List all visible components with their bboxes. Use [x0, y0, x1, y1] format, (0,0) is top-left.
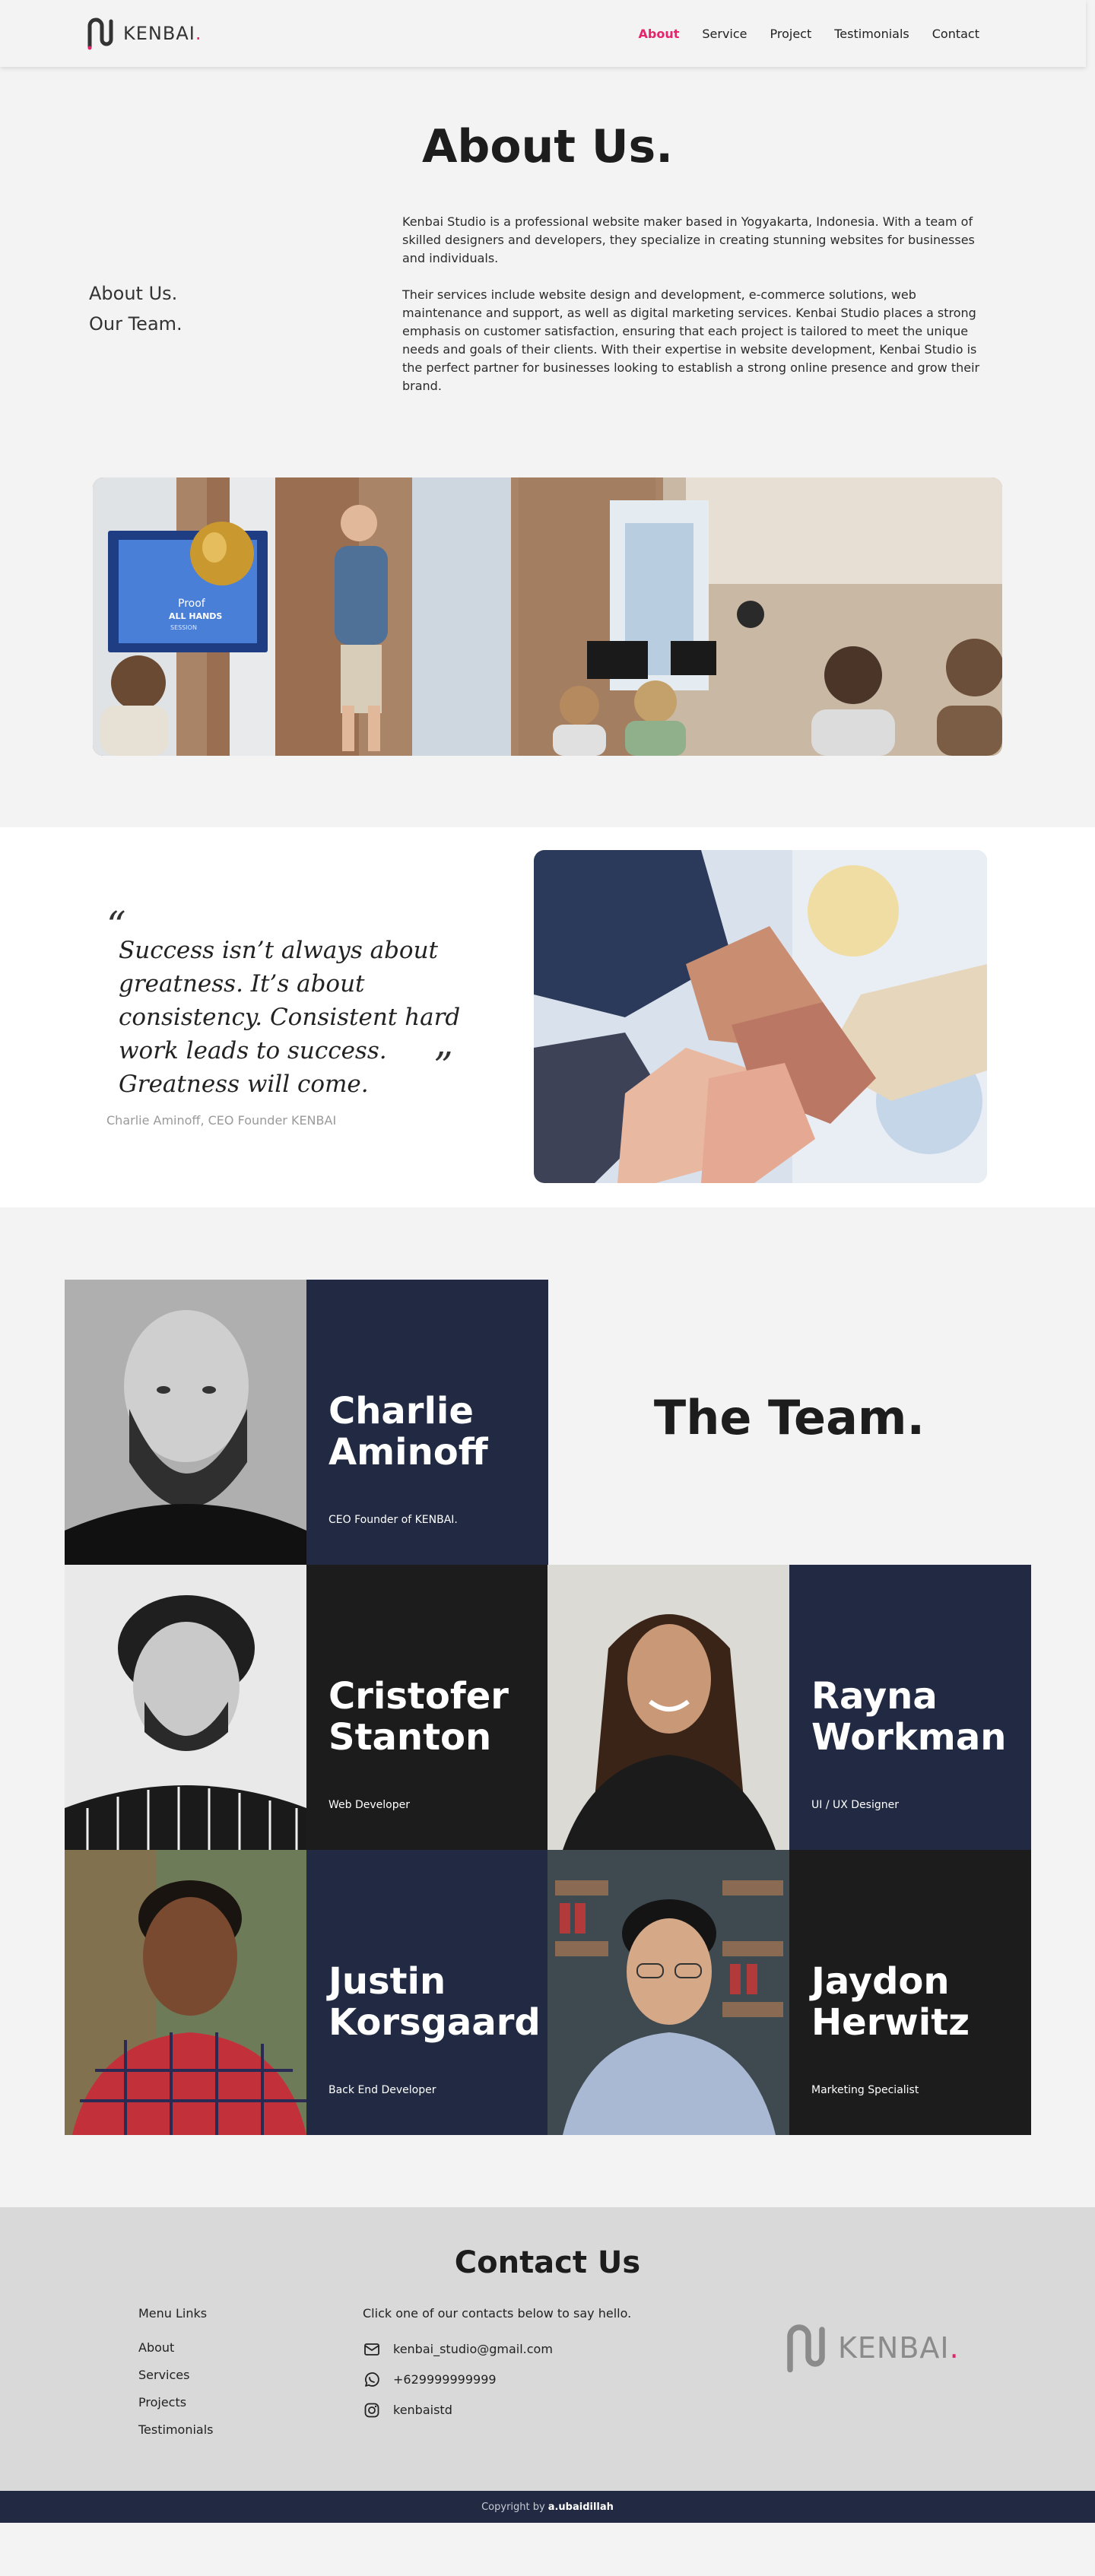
- footer-brand-dot: .: [949, 2331, 960, 2365]
- member-photo-cristofer: [65, 1565, 306, 1850]
- footer-link-services[interactable]: Services: [138, 2368, 214, 2382]
- member-photo-jaydon: [548, 1850, 789, 2135]
- kenbai-logo-icon: [787, 2324, 825, 2373]
- team-section: The Team. Charlie Aminoff CEO Founder of…: [0, 1207, 1095, 2207]
- about-title: About Us.: [421, 120, 674, 173]
- member-role: CEO Founder of KENBAI.: [328, 1514, 458, 1526]
- contacts-heading: Click one of our contacts below to say h…: [363, 2306, 632, 2321]
- portrait-justin: [65, 1850, 306, 2135]
- quote-section: “ Success isn’t always about greatness. …: [0, 827, 1095, 1207]
- member-photo-charlie: [65, 1280, 306, 1565]
- menu-links-heading: Menu Links: [138, 2306, 208, 2321]
- member-info-jaydon: Jaydon Herwitz Marketing Specialist: [789, 1850, 1031, 2135]
- phone-text: +629999999999: [393, 2372, 497, 2387]
- member-info-rayna: Rayna Workman UI / UX Designer: [789, 1565, 1031, 1850]
- about-paragraph-1: Kenbai Studio is a professional website …: [402, 214, 975, 265]
- screen-text-3: SESSION: [170, 624, 197, 631]
- footer-menu-links: Menu Links About Services Projects Testi…: [138, 2306, 214, 2450]
- quote-author: Charlie Aminoff, CEO Founder KENBAI: [106, 1113, 337, 1128]
- footer-link-projects[interactable]: Projects: [138, 2395, 214, 2409]
- brand-logo[interactable]: KENBAI.: [85, 17, 202, 50]
- whatsapp-icon: [365, 2371, 379, 2387]
- footer-link-about[interactable]: About: [138, 2340, 214, 2355]
- instagram-link[interactable]: kenbaistd: [363, 2401, 631, 2419]
- nav-link-contact[interactable]: Contact: [932, 27, 979, 41]
- nav-link-testimonials[interactable]: Testimonials: [834, 27, 909, 41]
- about-side-labels: About Us. Our Team.: [89, 278, 182, 339]
- portrait-jaydon: [548, 1850, 789, 2135]
- member-info-charlie: Charlie Aminoff CEO Founder of KENBAI.: [306, 1280, 548, 1565]
- member-photo-justin: [65, 1850, 306, 2135]
- whatsapp-link[interactable]: +629999999999: [363, 2371, 631, 2388]
- mail-icon: [364, 2343, 379, 2356]
- team-card-cristofer: Cristofer Stanton Web Developer: [65, 1565, 548, 1850]
- team-card-justin: Justin Korsgaard Back End Developer: [65, 1850, 548, 2135]
- member-name: Justin Korsgaard: [328, 1960, 541, 2044]
- copyright-author[interactable]: a.ubaidillah: [548, 2501, 614, 2513]
- close-quote-mark: ”: [433, 1044, 453, 1088]
- member-name: Rayna Workman: [811, 1675, 1007, 1759]
- about-paragraph-2: Their services include website design an…: [402, 287, 980, 393]
- about-side-line1: About Us.: [89, 283, 178, 304]
- teamwork-hands-photo: [534, 850, 987, 1183]
- nav-link-about[interactable]: About: [638, 27, 679, 41]
- member-info-cristofer: Cristofer Stanton Web Developer: [306, 1565, 548, 1850]
- team-card-charlie: Charlie Aminoff CEO Founder of KENBAI.: [65, 1280, 548, 1565]
- contact-title: Contact Us: [454, 2245, 641, 2280]
- member-role: Back End Developer: [328, 2084, 436, 2096]
- member-photo-rayna: [548, 1565, 789, 1850]
- about-description: Kenbai Studio is a professional website …: [402, 213, 995, 414]
- contact-list: Click one of our contacts below to say h…: [363, 2306, 631, 2432]
- member-info-justin: Justin Korsgaard Back End Developer: [306, 1850, 548, 2135]
- footer-logo[interactable]: KENBAI.: [783, 2321, 960, 2375]
- team-card-rayna: Rayna Workman UI / UX Designer: [548, 1565, 1031, 1850]
- copyright-prefix: Copyright by: [481, 2501, 545, 2513]
- member-name: Jaydon Herwitz: [811, 1960, 970, 2044]
- top-navbar: KENBAI. About Service Project Testimonia…: [0, 0, 1086, 67]
- member-role: Marketing Specialist: [811, 2084, 919, 2096]
- contact-section: Contact Us Menu Links About Services Pro…: [0, 2207, 1095, 2491]
- team-title: The Team.: [653, 1390, 925, 1445]
- copyright-bar: Copyright by a.ubaidillah: [0, 2491, 1095, 2523]
- about-section: About Us. About Us. Our Team. Kenbai Stu…: [0, 67, 1095, 827]
- nav-link-service[interactable]: Service: [702, 27, 747, 41]
- kenbai-logo-icon: [87, 17, 113, 50]
- screen-text-2: ALL HANDS: [169, 611, 222, 621]
- member-name: Charlie Aminoff: [328, 1390, 488, 1474]
- team-card-jaydon: Jaydon Herwitz Marketing Specialist: [548, 1850, 1031, 2135]
- meeting-illustration: Proof ALL HANDS SESSION: [93, 477, 1002, 756]
- about-side-line2: Our Team.: [89, 313, 182, 335]
- email-link[interactable]: kenbai_studio@gmail.com: [363, 2340, 631, 2358]
- brand-name: KENBAI: [123, 23, 195, 44]
- footer-link-testimonials[interactable]: Testimonials: [138, 2422, 214, 2437]
- portrait-rayna: [548, 1565, 789, 1850]
- member-role: Web Developer: [328, 1799, 410, 1811]
- nav-link-project[interactable]: Project: [770, 27, 812, 41]
- email-text: kenbai_studio@gmail.com: [393, 2342, 553, 2356]
- team-meeting-photo: Proof ALL HANDS SESSION: [93, 477, 1002, 756]
- screen-text-1: Proof: [178, 598, 206, 610]
- nav-menu: About Service Project Testimonials Conta…: [638, 27, 979, 41]
- member-name: Cristofer Stanton: [328, 1675, 509, 1759]
- member-role: UI / UX Designer: [811, 1799, 899, 1811]
- portrait-cristofer: [65, 1565, 306, 1850]
- portrait-charlie: [65, 1280, 306, 1565]
- instagram-icon: [364, 2403, 379, 2417]
- hands-illustration: [534, 850, 987, 1183]
- brand-dot: .: [195, 23, 202, 44]
- instagram-text: kenbaistd: [393, 2403, 452, 2417]
- footer-brand-name: KENBAI: [838, 2331, 950, 2365]
